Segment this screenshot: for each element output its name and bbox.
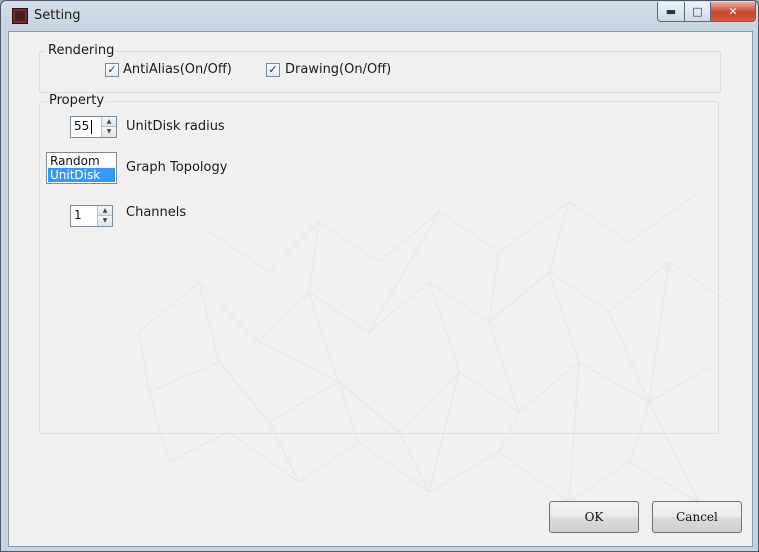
spin-up-icon[interactable]: ▲: [102, 117, 116, 127]
cancel-button[interactable]: Cancel: [652, 501, 742, 533]
setting-dialog: Setting ▬ □ ✕ Rendering ✓ AntiAlias(On/O…: [0, 0, 759, 552]
maximize-button[interactable]: □: [684, 2, 711, 22]
topology-option-random[interactable]: Random: [48, 154, 115, 168]
spin-buttons: ▲ ▼: [101, 117, 116, 137]
dialog-body: Rendering ✓ AntiAlias(On/Off) ✓ Drawing(…: [8, 31, 753, 547]
unitdisk-radius-label: UnitDisk radius: [126, 119, 225, 134]
drawing-checkbox[interactable]: ✓: [266, 63, 280, 77]
graph-topology-listbox[interactable]: Random UnitDisk: [46, 152, 117, 184]
property-group-label: Property: [47, 93, 107, 108]
title-bar[interactable]: Setting ▬ □ ✕: [1, 1, 758, 31]
channels-value[interactable]: 1: [74, 208, 82, 222]
graph-topology-label: Graph Topology: [126, 160, 228, 175]
close-button[interactable]: ✕: [710, 2, 756, 22]
rendering-group-label: Rendering: [46, 43, 117, 58]
app-icon[interactable]: [12, 8, 28, 24]
spin-up-icon[interactable]: ▲: [98, 206, 112, 216]
antialias-label[interactable]: AntiAlias(On/Off): [123, 62, 232, 77]
ok-button[interactable]: OK: [549, 501, 639, 533]
text-caret: [91, 120, 92, 134]
spin-down-icon[interactable]: ▼: [102, 127, 116, 137]
spin-buttons: ▲ ▼: [97, 206, 112, 226]
minimize-button[interactable]: ▬: [657, 2, 685, 22]
antialias-checkbox[interactable]: ✓: [105, 63, 119, 77]
spin-down-icon[interactable]: ▼: [98, 216, 112, 226]
unitdisk-radius-spinbox[interactable]: 55 ▲ ▼: [70, 116, 117, 138]
drawing-label[interactable]: Drawing(On/Off): [285, 62, 391, 77]
property-group: [39, 101, 719, 434]
window-title: Setting: [34, 8, 81, 23]
topology-option-unitdisk[interactable]: UnitDisk: [48, 168, 115, 182]
channels-spinbox[interactable]: 1 ▲ ▼: [70, 205, 113, 227]
channels-label: Channels: [126, 205, 187, 220]
unitdisk-radius-value[interactable]: 55: [74, 119, 89, 133]
